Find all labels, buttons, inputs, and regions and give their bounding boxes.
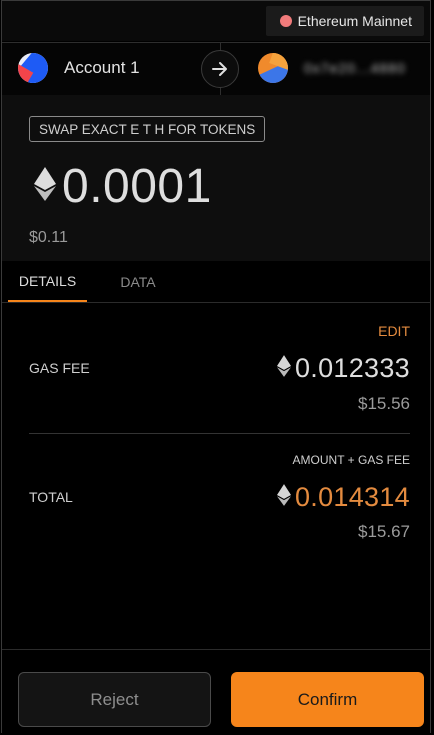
recipient-avatar xyxy=(258,53,288,83)
tab-data-label: DATA xyxy=(120,273,156,290)
total-amount: 0.014314 xyxy=(276,482,410,513)
amount-fiat: $0.11 xyxy=(29,229,68,246)
action-footer: Reject Confirm xyxy=(2,649,430,735)
gas-fee-value: 0.012333 xyxy=(294,353,410,383)
method-label: SWAP EXACT E T H FOR TOKENS xyxy=(39,121,256,137)
total-fiat: $15.67 xyxy=(358,522,410,541)
eth-icon xyxy=(276,355,291,382)
arrow-right-icon xyxy=(201,50,239,88)
arrow-wrap xyxy=(201,50,239,88)
edit-gas-button[interactable]: EDIT xyxy=(378,323,410,339)
method-badge: SWAP EXACT E T H FOR TOKENS xyxy=(29,116,266,142)
reject-button[interactable]: Reject xyxy=(18,672,211,727)
network-status-dot xyxy=(279,15,292,27)
sender-account-name: Account 1 xyxy=(64,58,140,77)
gas-fee-fiat: $15.56 xyxy=(358,394,410,413)
tab-data[interactable]: DATA xyxy=(100,261,176,302)
total-label: TOTAL xyxy=(29,489,73,505)
eth-icon xyxy=(34,167,56,206)
transaction-summary: SWAP EXACT E T H FOR TOKENS 0.0001 $0.11 xyxy=(2,95,430,261)
eth-icon xyxy=(276,484,291,511)
recipient-address: 0x7e20...4880 xyxy=(304,60,406,76)
accounts-row: Account 1 0x7e20...4880 xyxy=(2,42,430,96)
amount-value: 0.0001 xyxy=(62,160,212,213)
confirm-transaction-window: Ethereum Mainnet Account 1 0x7e20...4880… xyxy=(1,0,431,735)
network-label: Ethereum Mainnet xyxy=(297,13,412,29)
tab-details-label: DETAILS xyxy=(18,272,77,289)
top-bar: Ethereum Mainnet xyxy=(2,1,430,41)
tab-details[interactable]: DETAILS xyxy=(8,261,87,302)
amount-plus-gas-label: AMOUNT + GAS FEE xyxy=(292,453,410,467)
sender-account[interactable]: Account 1 xyxy=(18,53,140,83)
transaction-amount: 0.0001 xyxy=(34,159,212,214)
gas-fee-label: GAS FEE xyxy=(29,360,90,376)
gas-fee-amount: 0.012333 xyxy=(276,353,410,384)
sender-avatar xyxy=(18,53,48,83)
recipient-account[interactable]: 0x7e20...4880 xyxy=(258,53,406,83)
total-value: 0.014314 xyxy=(294,482,410,512)
confirm-button[interactable]: Confirm xyxy=(231,672,424,727)
tab-bar: DETAILS DATA xyxy=(2,261,430,303)
network-selector[interactable]: Ethereum Mainnet xyxy=(265,6,424,36)
divider xyxy=(29,433,410,434)
